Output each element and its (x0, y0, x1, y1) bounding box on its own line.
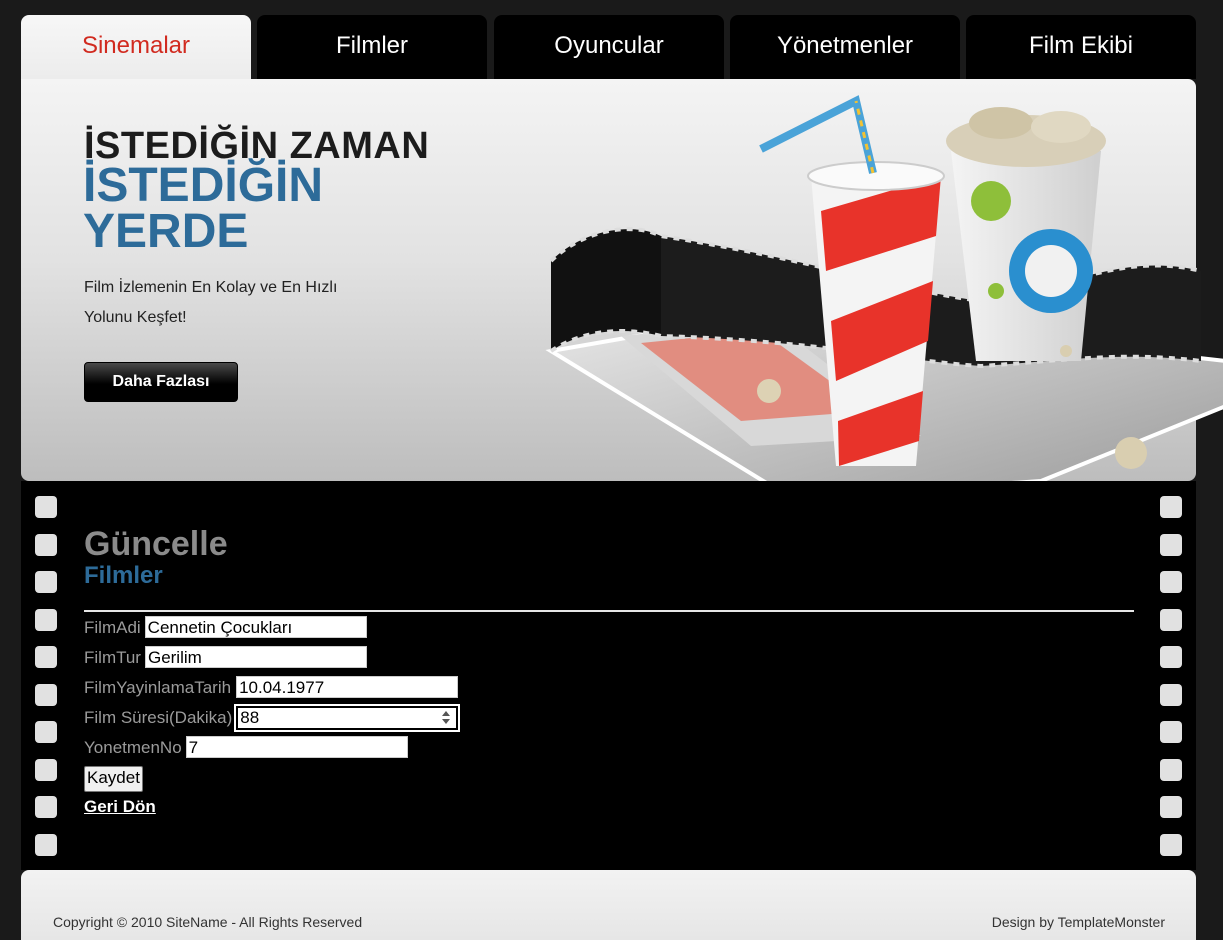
field-label: YonetmenNo (84, 738, 182, 757)
page-subtitle: Filmler (84, 562, 163, 589)
film-holes-left (35, 496, 57, 871)
film-hole (1160, 533, 1182, 556)
duration-number-input[interactable]: 88 (234, 704, 461, 732)
film-hole (1160, 758, 1182, 781)
save-button[interactable]: Kaydet (84, 766, 143, 792)
film-hole (1160, 608, 1182, 631)
duration-value: 88 (240, 708, 260, 727)
film-hole (1160, 721, 1182, 743)
tab-sinemalar[interactable]: Sinemalar (21, 15, 251, 79)
film-hole (35, 758, 57, 781)
form-row-film-suresi: Film Süresi(Dakika) 88 (84, 704, 461, 732)
divider (84, 610, 1134, 612)
form-row-film-adi: FilmAdi Cennetin Çocukları (84, 616, 367, 640)
more-button[interactable]: Daha Fazlası (84, 362, 238, 402)
film-hole (35, 646, 57, 668)
back-link[interactable]: Geri Dön (84, 797, 156, 817)
film-hole (35, 496, 57, 518)
field-label: FilmYayinlamaTarih (84, 678, 232, 697)
film-hole (1160, 496, 1182, 518)
cinema-illustration-image (545, 95, 1223, 501)
form-row-film-tur: FilmTur Gerilim (84, 646, 367, 670)
film-hole (1160, 796, 1182, 818)
edit-form-section: Güncelle Filmler FilmAdi Cennetin Çocukla… (84, 525, 1134, 816)
film-strip-panel: Güncelle Filmler FilmAdi Cennetin Çocukla… (21, 481, 1196, 870)
film-hole (35, 833, 57, 856)
footer: Copyright © 2010 SiteName - All Rights R… (21, 870, 1196, 940)
director-no-input[interactable]: 7 (185, 736, 408, 758)
tab-filmler[interactable]: Filmler (257, 15, 487, 79)
field-label: FilmTur (84, 648, 141, 667)
page-title: Güncelle (84, 525, 228, 563)
film-hole (35, 533, 57, 556)
film-holes-right (1160, 496, 1182, 871)
design-credit-link[interactable]: Design by TemplateMonster (992, 914, 1165, 930)
hero-subtitle: Film İzlemenin En Kolay ve En Hızlı Yolu… (84, 279, 338, 326)
release-date-input[interactable]: 10.04.1977 (236, 676, 459, 698)
copyright-text: Copyright © 2010 SiteName - All Rights R… (53, 914, 363, 930)
film-hole (35, 683, 57, 706)
film-adi-input[interactable]: Cennetin Çocukları (144, 616, 367, 638)
film-hole (1160, 646, 1182, 668)
form-row-yonetmen-no: YonetmenNo 7 (84, 736, 408, 760)
form-row-yayinlama-tarih: FilmYayinlamaTarih 10.04.1977 (84, 676, 459, 700)
hero-banner: İSTEDİĞİN ZAMAN İSTEDİĞİN YERDE Film İzl… (21, 79, 1223, 501)
number-spinner-icon[interactable] (440, 709, 452, 727)
film-hole (1160, 683, 1182, 706)
film-hole (1160, 833, 1182, 856)
film-hole (35, 721, 57, 743)
film-tur-input[interactable]: Gerilim (144, 646, 367, 668)
film-hole (35, 796, 57, 818)
hero-headline-accent: İSTEDİĞİN YERDE (83, 159, 324, 258)
film-hole (1160, 571, 1182, 593)
field-label: Film Süresi(Dakika) (84, 708, 233, 727)
field-label: FilmAdi (84, 618, 141, 637)
film-hole (35, 571, 57, 593)
film-hole (35, 608, 57, 631)
